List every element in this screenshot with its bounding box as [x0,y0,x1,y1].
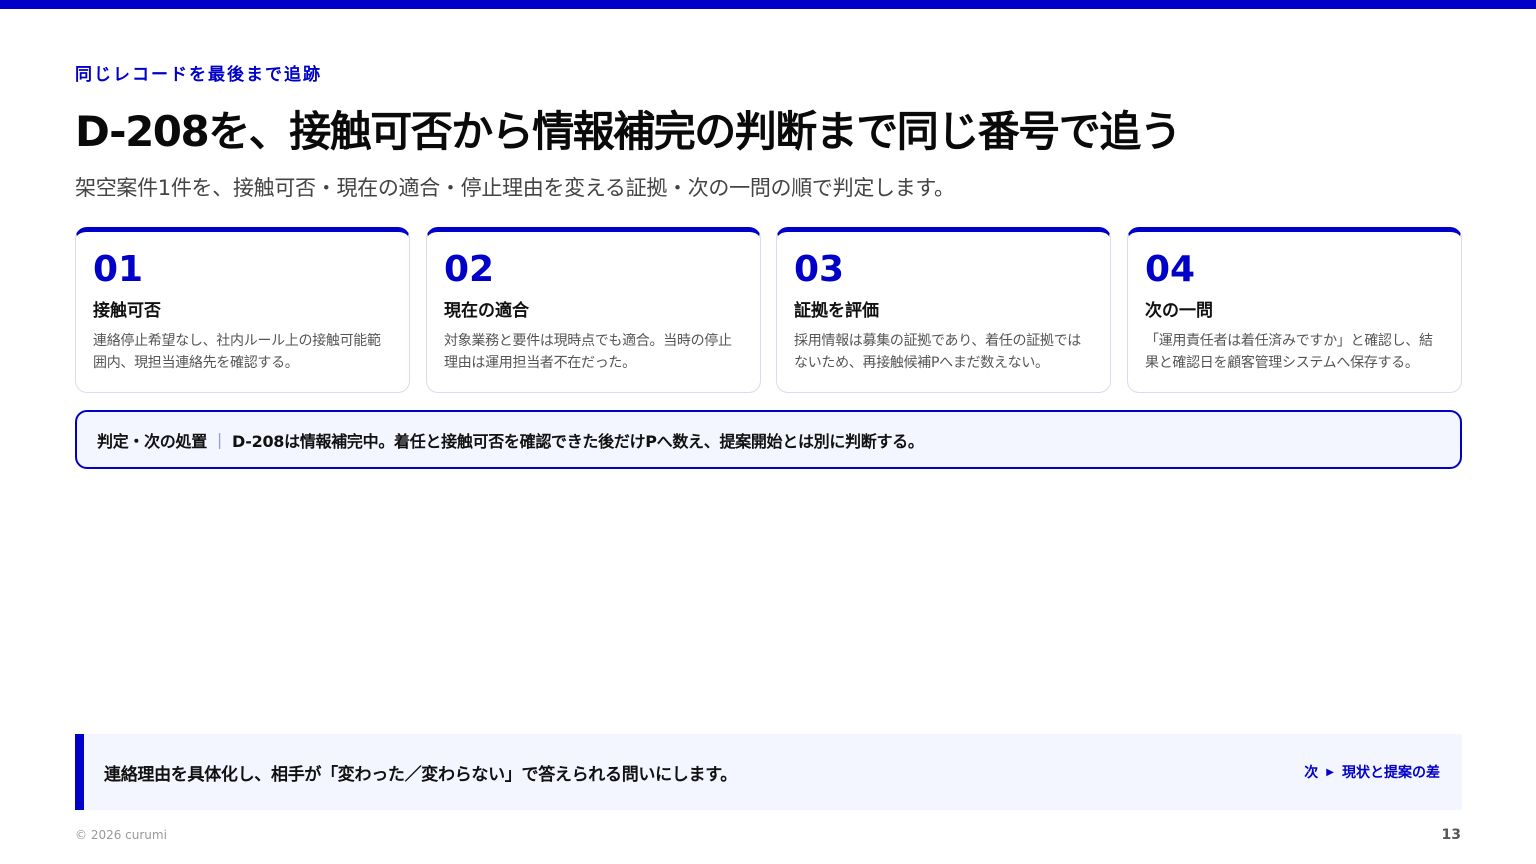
copyright: © 2026 curumi [75,828,167,842]
step-description: 連絡停止希望なし、社内ルール上の接触可能範囲内、現担当連絡先を確認する。 [93,333,381,371]
page-number: 13 [1441,827,1461,843]
step-title: 接触可否 [93,301,161,321]
step-number: 01 [93,249,144,290]
eyebrow-label: 同じレコードを最後まで追跡 [75,65,322,85]
next-section-label: 現状と提案の差 [1342,765,1440,781]
step-card-04: 04 次の一問 「運用責任者は着任済みですか」と確認し、結果と確認日を顧客管理シ… [1127,227,1462,393]
slide: 同じレコードを最後まで追跡 D-208を、接触可否から情報補完の判断まで同じ番号… [0,0,1536,864]
step-card-03: 03 証拠を評価 採用情報は募集の証拠であり、着任の証拠ではないため、再接触候補… [776,227,1111,393]
step-title: 次の一問 [1145,301,1213,321]
step-title: 証拠を評価 [794,301,879,321]
takeaway-message: 連絡理由を具体化し、相手が「変わった／変わらない」で答えられる問いにします。 [104,764,737,785]
step-cards: 01 接触可否 連絡停止希望なし、社内ルール上の接触可能範囲内、現担当連絡先を確… [75,227,1462,393]
judgement-label: 判定・次の処置 [97,431,207,451]
top-accent-bar [0,0,1536,9]
step-number: 03 [794,249,845,290]
judgement-callout: 判定・次の処置 | D-208は情報補完中。着任と接触可否を確認できた後だけPへ… [75,410,1462,469]
triangle-right-icon: ▶ [1326,766,1334,778]
step-description: 採用情報は募集の証拠であり、着任の証拠ではないため、再接触候補Pへまだ数えない。 [794,333,1081,371]
page-title: D-208を、接触可否から情報補完の判断まで同じ番号で追う [75,107,1182,156]
next-prefix: 次 [1304,765,1319,781]
step-title: 現在の適合 [444,301,529,321]
takeaway-panel: 連絡理由を具体化し、相手が「変わった／変わらない」で答えられる問いにします。 次… [75,734,1462,810]
step-card-01: 01 接触可否 連絡停止希望なし、社内ルール上の接触可能範囲内、現担当連絡先を確… [75,227,410,393]
step-card-02: 02 現在の適合 対象業務と要件は現時点でも適合。当時の停止理由は運用担当者不在… [426,227,761,393]
divider: | [216,430,222,449]
step-description: 対象業務と要件は現時点でも適合。当時の停止理由は運用担当者不在だった。 [444,333,732,371]
judgement-text: D-208は情報補完中。着任と接触可否を確認できた後だけPへ数え、提案開始とは別… [232,431,924,451]
next-section-link[interactable]: 次 ▶ 現状と提案の差 [1304,762,1440,782]
step-description: 「運用責任者は着任済みですか」と確認し、結果と確認日を顧客管理システムへ保存する… [1145,333,1433,371]
step-number: 02 [444,249,495,290]
step-number: 04 [1145,249,1196,290]
page-subtitle: 架空案件1件を、接触可否・現在の適合・停止理由を変える証拠・次の一問の順で判定し… [75,176,955,200]
